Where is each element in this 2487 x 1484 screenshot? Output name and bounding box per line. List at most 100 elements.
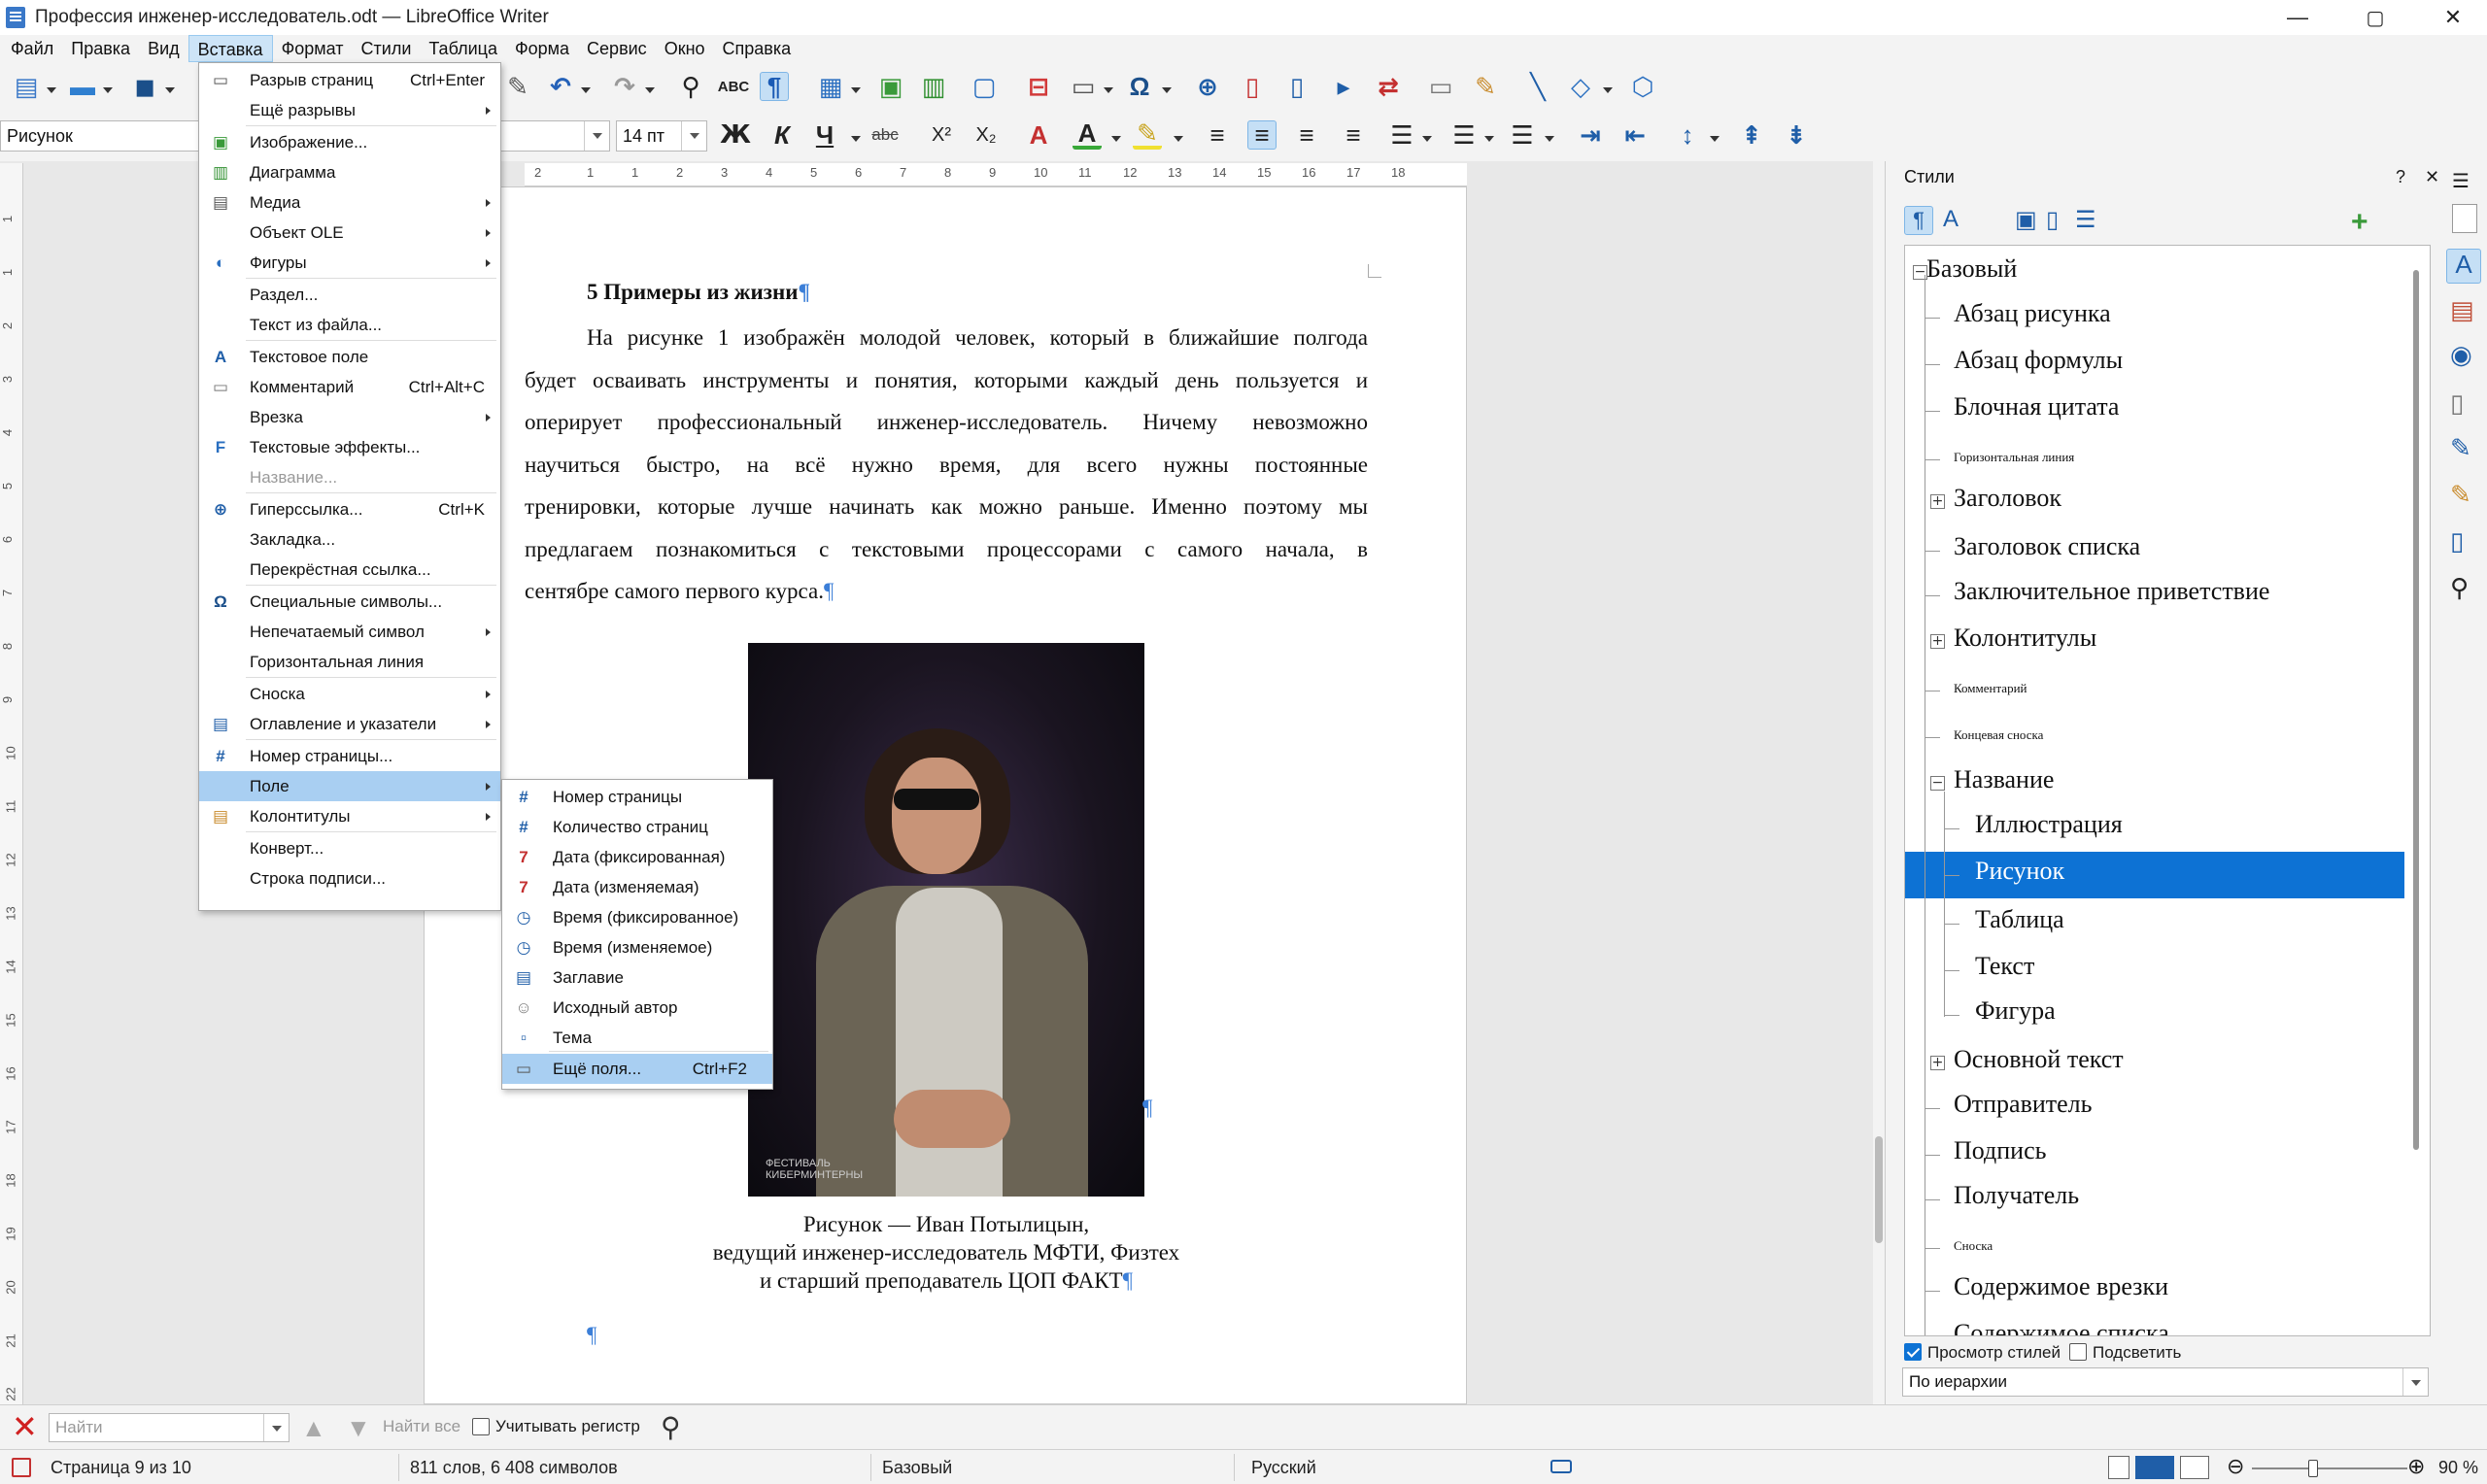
style-tree-list[interactable]: Базовый − Абзац рисунка Абзац формулы Блочна… <box>1904 245 2431 1336</box>
hyperlink-icon[interactable]: ⊕ <box>1193 72 1222 101</box>
zoom-slider-thumb[interactable] <box>2308 1460 2319 1477</box>
close-button[interactable]: ✕ <box>2419 0 2487 35</box>
field-submenu-item[interactable]: # Номер страницы <box>502 782 772 812</box>
endnote-icon[interactable]: ▯ <box>1282 72 1312 101</box>
track-changes-icon[interactable]: ✎ <box>1471 72 1500 101</box>
menu-table[interactable]: Таблица <box>420 35 506 62</box>
field-submenu-item[interactable]: ☺ Исходный автор <box>502 993 772 1023</box>
spellcheck-icon[interactable]: ABC <box>718 72 750 101</box>
underline-icon[interactable]: Ч <box>810 120 839 150</box>
vertical-scrollbar-thumb[interactable] <box>1875 1136 1883 1243</box>
insert-menu-item[interactable]: A Текстовое поле <box>199 342 500 372</box>
page-style[interactable]: Базовый <box>882 1458 952 1478</box>
save-icon[interactable]: ◼ <box>130 72 159 101</box>
properties-tab-icon[interactable] <box>2452 204 2477 233</box>
gallery-tab-icon[interactable]: ▤ <box>2450 295 2474 325</box>
book-view-icon[interactable] <box>2180 1456 2209 1479</box>
find-next-icon[interactable]: ▼ <box>346 1413 371 1443</box>
font-size-dropdown-icon[interactable] <box>681 121 706 151</box>
preview-styles-checkbox[interactable] <box>1904 1343 1922 1361</box>
menu-form[interactable]: Форма <box>506 35 578 62</box>
style-tree-item[interactable]: Абзац рисунка <box>1954 294 2111 341</box>
style-tree-item[interactable]: Базовый <box>1926 250 2017 296</box>
insert-menu-item[interactable]: Раздел... <box>199 280 500 310</box>
find-history-dropdown-icon[interactable] <box>263 1414 289 1441</box>
field-submenu-item[interactable]: # Количество страниц <box>502 812 772 842</box>
insert-menu-item[interactable]: ⊕ Гиперссылка... Ctrl+K <box>199 494 500 524</box>
zoom-slider-track[interactable] <box>2252 1467 2407 1469</box>
style-tree-item[interactable]: Заключительное приветствие <box>1954 572 2269 619</box>
style-filter-dropdown-icon[interactable] <box>2402 1368 2428 1396</box>
style-tree-item[interactable]: Блочная цитата <box>1954 388 2119 434</box>
paragraph-styles-icon[interactable]: ¶ <box>1904 206 1933 235</box>
align-right-icon[interactable]: ≡ <box>1292 120 1321 150</box>
formatting-marks-icon[interactable]: ¶ <box>760 72 789 101</box>
style-tree-item[interactable]: Колонтитулы <box>1954 619 2096 665</box>
style-tree-item[interactable]: Таблица <box>1975 900 2064 947</box>
style-tree-item[interactable]: Текст <box>1975 947 2034 994</box>
insert-menu-item[interactable]: Непечатаемый символ <box>199 617 500 647</box>
insert-menu-item[interactable]: Сноска <box>199 679 500 709</box>
frame-styles-icon[interactable]: ▣ <box>2015 206 2037 234</box>
numbered-list-icon[interactable]: ☰ <box>1449 120 1479 150</box>
style-tree-item[interactable]: Содержимое врезки <box>1954 1267 2168 1314</box>
field-submenu-item[interactable]: ▤ Заглавие <box>502 962 772 993</box>
strikethrough-icon[interactable]: abc <box>870 120 900 150</box>
insert-menu-item[interactable]: # Номер страницы... <box>199 741 500 771</box>
insert-chart-icon[interactable]: ▥ <box>919 72 948 101</box>
page-tab-icon[interactable]: ▯ <box>2450 388 2464 419</box>
field-submenu-item[interactable]: ▫ Тема <box>502 1023 772 1053</box>
insert-menu-item[interactable]: Ω Специальные символы... <box>199 587 500 617</box>
insert-menu-item[interactable]: Текст из файла... <box>199 310 500 340</box>
decrease-indent-icon[interactable]: ⇤ <box>1620 120 1650 150</box>
font-color-icon[interactable]: A <box>1073 118 1102 150</box>
style-tree-item[interactable]: Концевая сноска <box>1954 714 2043 760</box>
insert-menu-item[interactable]: ▤ Оглавление и указатели <box>199 709 500 739</box>
redo-icon[interactable]: ↷ <box>610 72 639 101</box>
menu-styles[interactable]: Стили <box>353 35 421 62</box>
style-tree-item[interactable]: Иллюстрация <box>1975 805 2123 852</box>
insert-menu-item[interactable]: ▤ Медиа <box>199 187 500 218</box>
new-style-icon[interactable]: + <box>2351 206 2368 239</box>
menu-help[interactable]: Справка <box>714 35 801 62</box>
clone-format-icon[interactable]: ✎ <box>503 72 532 101</box>
style-tree-item[interactable]: Подпись <box>1954 1131 2046 1178</box>
clear-formatting-icon[interactable]: A <box>1024 120 1053 150</box>
expand-icon[interactable]: + <box>1930 494 1945 509</box>
match-case-checkbox[interactable] <box>472 1418 490 1435</box>
insert-page-break-icon[interactable]: ⊟ <box>1024 72 1053 101</box>
style-tree-item[interactable]: Название <box>1954 760 2054 807</box>
portrait-photo[interactable]: ФЕСТИВАЛЬ КИБЕРМИНТЕРНЫ <box>748 643 1144 1197</box>
page-styles-icon[interactable]: ▯ <box>2046 206 2059 234</box>
single-page-view-icon[interactable] <box>2108 1456 2129 1479</box>
font-size-box[interactable]: 14 пт <box>616 120 707 152</box>
multi-page-view-icon[interactable] <box>2135 1456 2174 1479</box>
align-center-icon[interactable]: ≡ <box>1247 120 1277 150</box>
insert-menu-item[interactable]: ▭ Разрыв страниц Ctrl+Enter <box>199 65 500 95</box>
page-count[interactable]: Страница 9 из 10 <box>51 1458 191 1478</box>
style-tree-item[interactable]: Основной текст <box>1954 1040 2124 1087</box>
decrease-paragraph-spacing-icon[interactable]: ⇟ <box>1782 120 1811 150</box>
insert-comment-icon[interactable]: ▭ <box>1426 72 1455 101</box>
style-tree-item[interactable]: Горизонтальная линия <box>1954 436 2074 483</box>
navigator-tab-icon[interactable]: ◉ <box>2450 340 2472 370</box>
sidebar-close-button[interactable]: ✕ <box>2425 167 2439 187</box>
menu-view[interactable]: Вид <box>139 35 188 62</box>
undo-icon[interactable]: ↶ <box>546 72 575 101</box>
highlight-color-icon[interactable]: ✎ <box>1133 118 1162 150</box>
minimize-button[interactable]: — <box>2264 0 2332 35</box>
find-input[interactable]: Найти <box>49 1413 290 1442</box>
menu-insert[interactable]: Вставка <box>187 35 273 62</box>
insert-menu-item[interactable]: ▥ Диаграмма <box>199 157 500 187</box>
close-find-icon[interactable]: ✕ <box>12 1409 38 1444</box>
line-spacing-icon[interactable]: ↕ <box>1673 120 1702 150</box>
expand-icon[interactable]: + <box>1930 634 1945 649</box>
find-previous-icon[interactable]: ▲ <box>301 1413 326 1443</box>
body-paragraph[interactable]: На рисунке 1 изображён молодой человек, … <box>525 317 1368 613</box>
bold-icon[interactable]: Ж <box>720 120 751 150</box>
sidebar-menu-icon[interactable]: ☰ <box>2452 169 2470 193</box>
insert-menu-item[interactable]: ▤ Колонтитулы <box>199 801 500 831</box>
sidebar-help-button[interactable]: ? <box>2396 167 2405 187</box>
footnote-icon[interactable]: ▯ <box>1238 72 1267 101</box>
menu-window[interactable]: Окно <box>656 35 714 62</box>
